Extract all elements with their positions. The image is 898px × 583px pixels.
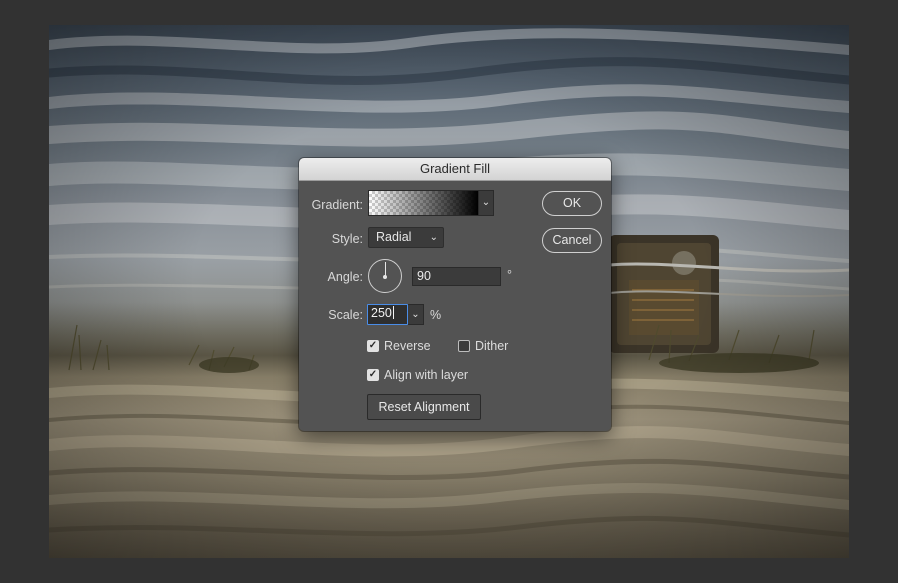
angle-hub (383, 275, 387, 279)
gradient-label: Gradient: (311, 198, 363, 212)
cancel-button[interactable]: Cancel (542, 228, 602, 253)
style-value: Radial (376, 230, 412, 244)
align-with-layer-label[interactable]: Align with layer (384, 368, 468, 382)
ok-button[interactable]: OK (542, 191, 602, 216)
angle-input[interactable]: 90 (412, 267, 501, 286)
reset-alignment-button[interactable]: Reset Alignment (367, 394, 481, 420)
gradient-fill-dialog: Gradient Fill Gradient: ⌄ Style: Radial … (299, 158, 611, 431)
style-select[interactable]: Radial ⌄ (368, 227, 444, 248)
reverse-label[interactable]: Reverse (384, 339, 431, 353)
reverse-checkbox[interactable]: ✓ (367, 340, 379, 352)
align-with-layer-checkbox[interactable]: ✓ (367, 369, 379, 381)
angle-dial-icon[interactable] (368, 259, 402, 293)
chevron-down-icon[interactable]: ⌄ (478, 191, 493, 215)
scale-label: Scale: (328, 308, 363, 322)
scale-control[interactable]: 250 ⌄ (367, 304, 424, 325)
text-caret (392, 306, 394, 319)
chevron-down-icon: ⌄ (429, 232, 438, 243)
degree-unit: ° (507, 268, 512, 282)
dither-checkbox[interactable] (458, 340, 470, 352)
scale-input[interactable]: 250 (367, 304, 408, 325)
dither-label[interactable]: Dither (475, 339, 508, 353)
scale-value: 250 (371, 306, 392, 320)
gradient-preview[interactable] (369, 191, 478, 215)
dialog-title: Gradient Fill (299, 158, 611, 181)
style-label: Style: (331, 232, 363, 246)
gradient-picker[interactable]: ⌄ (368, 190, 494, 216)
percent-unit: % (430, 308, 442, 322)
angle-label: Angle: (327, 270, 363, 284)
chevron-down-icon[interactable]: ⌄ (408, 304, 424, 325)
